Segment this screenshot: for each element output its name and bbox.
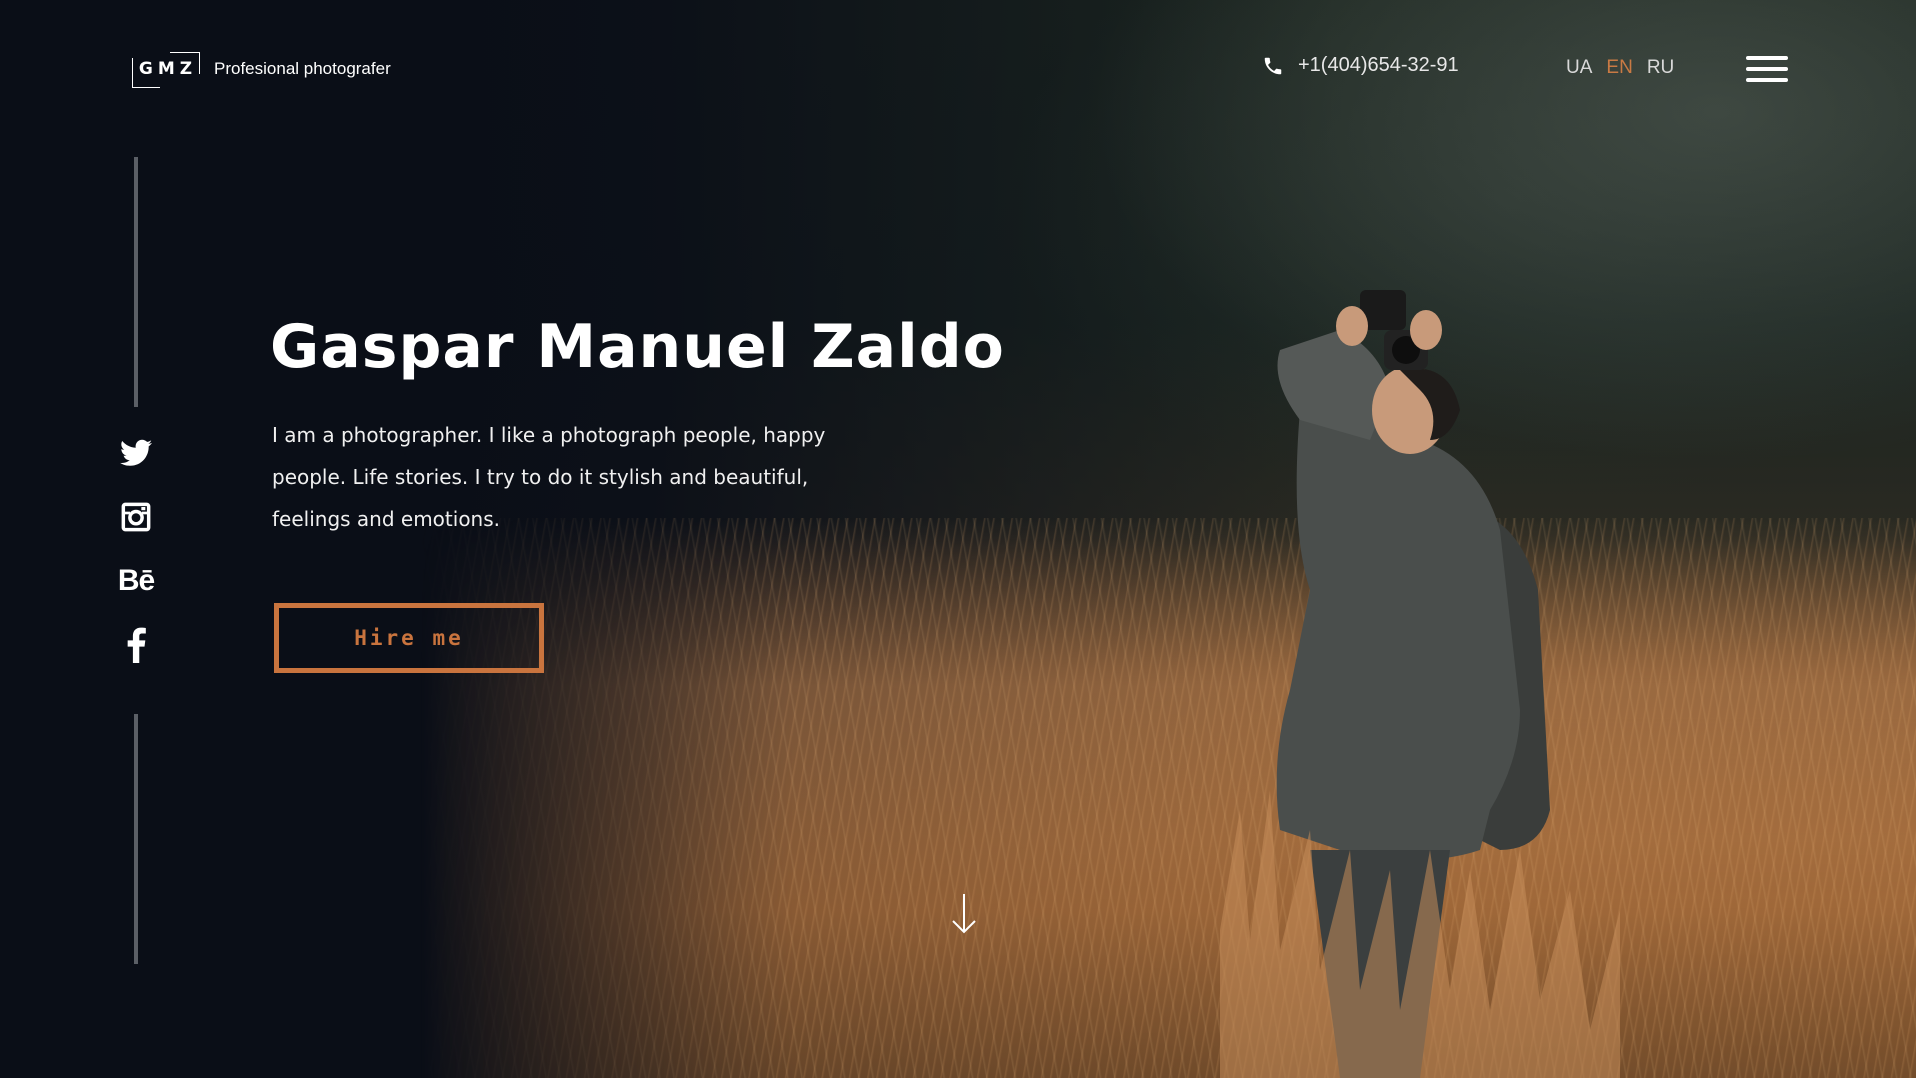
language-switcher: UA EN RU	[1566, 57, 1674, 79]
grass-field	[420, 518, 1916, 1078]
sidebar-divider-top	[134, 157, 138, 407]
logo-mark: GMZ	[132, 52, 200, 88]
hamburger-menu-icon[interactable]	[1746, 56, 1788, 82]
twitter-link[interactable]	[114, 433, 158, 473]
logo[interactable]: GMZ Profesional photografer	[132, 50, 391, 88]
lang-en[interactable]: EN	[1606, 57, 1632, 79]
hero-description: I am a photographer. I like a photograph…	[272, 423, 826, 531]
phone-link[interactable]: +1(404)654-32-91	[1262, 54, 1459, 77]
facebook-link[interactable]	[114, 625, 158, 665]
lang-ru[interactable]: RU	[1647, 57, 1674, 79]
behance-icon: Bē	[117, 564, 155, 597]
facebook-icon	[127, 627, 146, 663]
twitter-icon	[120, 439, 152, 466]
arrow-down-icon[interactable]	[950, 892, 978, 936]
behance-link[interactable]: Bē	[114, 561, 158, 601]
sidebar-divider-bottom	[134, 714, 138, 964]
instagram-icon	[121, 502, 151, 532]
photographer-image	[1220, 290, 1620, 1078]
hire-me-button[interactable]: Hire me	[274, 603, 544, 673]
instagram-link[interactable]	[114, 497, 158, 537]
phone-icon	[1264, 57, 1282, 74]
logo-tagline: Profesional photografer	[214, 59, 391, 78]
lang-ua[interactable]: UA	[1566, 57, 1592, 79]
hero-title: Gaspar Manuel Zaldo	[270, 312, 1005, 382]
logo-mark-text: GMZ	[138, 59, 198, 79]
phone-number: +1(404)654-32-91	[1298, 54, 1459, 76]
